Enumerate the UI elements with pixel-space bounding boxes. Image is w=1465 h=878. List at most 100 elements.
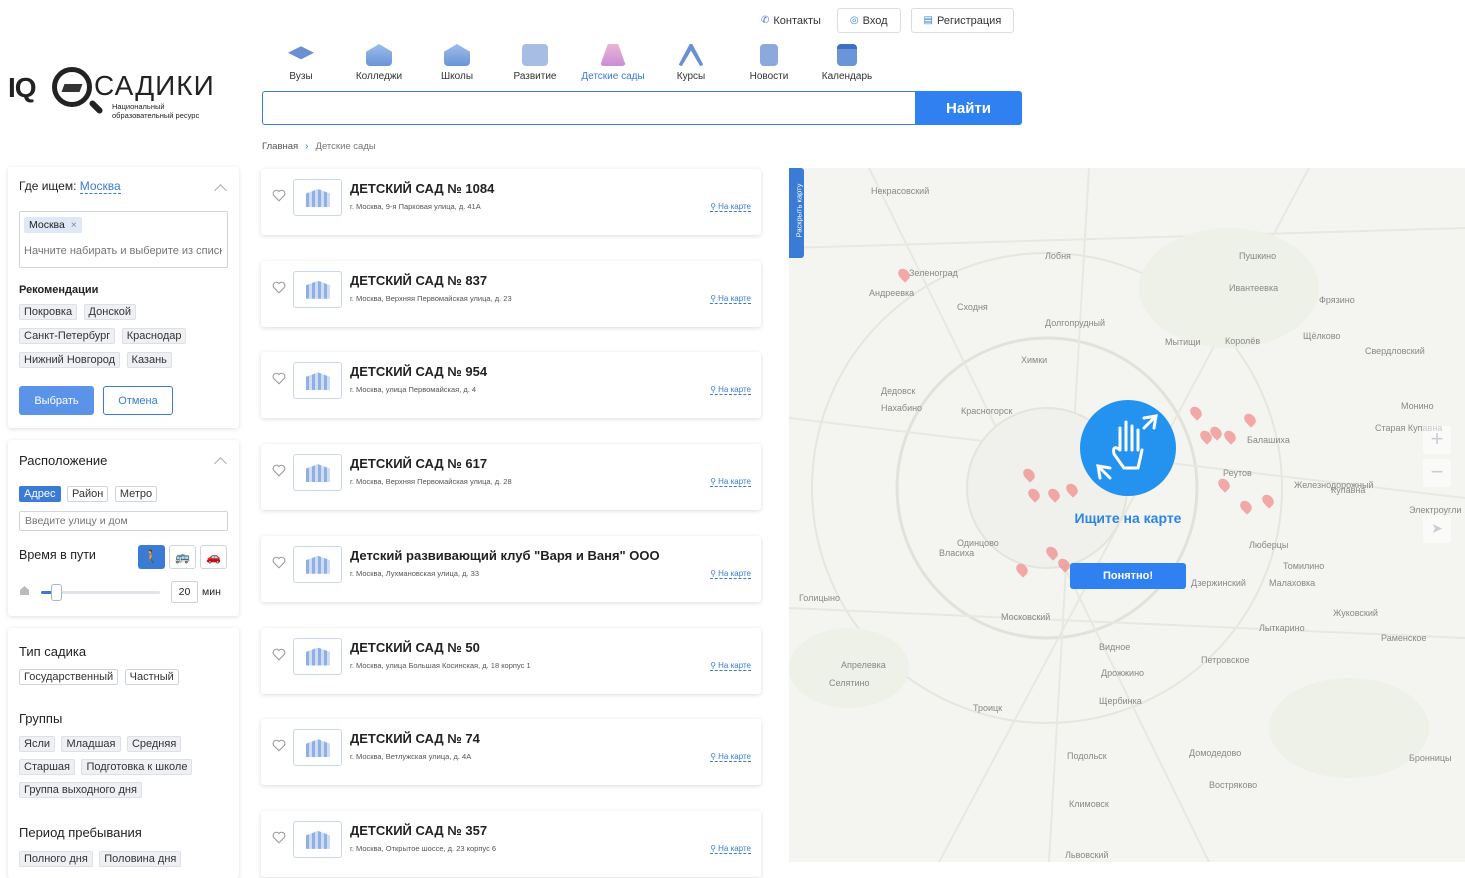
kindergarten-card[interactable]: ДЕТСКИЙ САД № 954 г. Москва, улица Первом… [261,352,761,419]
groups-title: Группы [19,711,63,726]
chevron-up-icon[interactable] [214,184,227,197]
stay-option[interactable]: Полного дня [19,851,93,867]
kindergarten-name[interactable]: ДЕТСКИЙ САД № 617 [350,456,487,471]
group-option[interactable]: Подготовка к школе [81,759,193,775]
map-place-label: Климовск [1069,799,1109,809]
mode-district-tab[interactable]: Район [66,486,109,502]
mode-metro-tab[interactable]: Метро [114,486,158,502]
show-on-map-link[interactable]: ⚲ На карте [710,202,751,212]
favorite-heart-icon[interactable] [272,739,286,752]
favorite-heart-icon[interactable] [272,189,286,202]
kindergarten-card[interactable]: ДЕТСКИЙ САД № 74 г. Москва, Ветлужская ул… [261,719,761,786]
location-pin-icon: ⚲ [710,202,717,211]
expand-map-tab[interactable]: Раскрыть карту [789,168,804,258]
kindergarten-card[interactable]: ДЕТСКИЙ САД № 357 г. Москва, Открытое шос… [261,810,761,877]
map-place-label: Нахабино [881,403,923,413]
favorite-heart-icon[interactable] [272,372,286,385]
category-colleges[interactable]: Колледжи [340,44,418,82]
kindergarten-card[interactable]: ДЕТСКИЙ САД № 837 г. Москва, Верхняя Перв… [261,260,761,327]
recommendation-chip[interactable]: Санкт-Петербург [19,328,116,344]
kindergarten-name[interactable]: ДЕТСКИЙ САД № 74 [350,731,480,746]
slider-handle[interactable] [51,584,63,601]
address-input[interactable] [19,511,228,531]
recommendation-chip[interactable]: Нижний Новгород [19,352,121,368]
city-select[interactable]: Москва × [19,211,228,268]
show-on-map-link[interactable]: ⚲ На карте [710,294,751,304]
travel-time-slider[interactable] [41,584,160,601]
group-option[interactable]: Младшая [61,736,121,752]
category-schools[interactable]: Школы [418,44,496,82]
kindergarten-card[interactable]: Детский развивающий клуб "Варя и Ваня" О… [261,535,761,602]
kindergarten-card[interactable]: ДЕТСКИЙ САД № 50 г. Москва, улица Большая… [261,627,761,694]
kindergarten-card[interactable]: ДЕТСКИЙ САД № 617 г. Москва, Верхняя Перв… [261,444,761,511]
search-input[interactable] [262,91,915,125]
kindergarten-card[interactable]: ДЕТСКИЙ САД № 1084 г. Москва, 9-я Паркова… [261,169,761,235]
kindergarten-address: г. Москва, Лухмановская улица, д. 33 [350,568,479,578]
type-option[interactable]: Государственный [19,669,119,685]
group-option[interactable]: Старшая [19,759,75,775]
type-option[interactable]: Частный [124,669,179,685]
kindergarten-name[interactable]: ДЕТСКИЙ САД № 357 [350,823,487,838]
group-option[interactable]: Группа выходного дня [19,782,142,798]
show-on-map-link[interactable]: ⚲ На карте [710,569,751,579]
site-logo[interactable]: IQ САДИКИ Национальный образовательный р… [8,64,228,124]
kindergarten-name[interactable]: Детский развивающий клуб "Варя и Ваня" О… [350,548,660,563]
category-news[interactable]: Новости [730,44,808,82]
cancel-button[interactable]: Отмена [103,386,173,415]
calendar-icon [837,44,857,66]
show-on-map-link[interactable]: ⚲ На карте [710,385,751,396]
kindergarten-name[interactable]: ДЕТСКИЙ САД № 1084 [350,181,494,196]
favorite-heart-icon[interactable] [272,464,286,477]
show-on-map-link[interactable]: ⚲ На карте [710,752,751,763]
geolocation-icon[interactable]: ➤ [1423,515,1451,543]
bus-icon[interactable]: 🚌 [169,545,196,569]
zoom-in-button[interactable]: + [1423,426,1451,454]
category-calendar[interactable]: Календарь [808,44,886,82]
kindergarten-address: г. Москва, Ветлужская улица, д. 4А [350,752,472,762]
kindergarten-name[interactable]: ДЕТСКИЙ САД № 50 [350,640,480,655]
minutes-input[interactable]: 20 [171,581,198,603]
city-search-input[interactable] [24,245,222,257]
zoom-out-button[interactable]: − [1423,459,1451,487]
kindergarten-name[interactable]: ДЕТСКИЙ САД № 837 [350,273,487,288]
show-on-map-link[interactable]: ⚲ На карте [710,844,751,854]
favorite-heart-icon[interactable] [272,648,286,661]
car-icon[interactable]: 🚗 [200,545,227,569]
favorite-heart-icon[interactable] [272,831,286,844]
recommendation-chip[interactable]: Краснодар [121,328,187,344]
category-development[interactable]: Развитие [496,44,574,82]
select-button[interactable]: Выбрать [19,386,94,415]
category-universities[interactable]: Вузы [262,44,340,82]
stay-option[interactable]: Половина дня [99,851,182,867]
where-city-link[interactable]: Москва [79,179,121,194]
breadcrumb: Главная › Детские сады [262,141,376,152]
show-on-map-link[interactable]: ⚲ На карте [710,477,751,488]
kindergarten-name[interactable]: ДЕТСКИЙ САД № 954 [350,364,487,379]
group-option[interactable]: Ясли [19,736,56,752]
newspaper-icon [760,44,778,66]
walk-icon[interactable]: 🚶 [138,545,165,569]
mode-address-tab[interactable]: Адрес [19,486,61,502]
category-kindergartens[interactable]: Детские сады [574,44,652,82]
favorite-heart-icon[interactable] [272,556,286,569]
register-button[interactable]: ▤ Регистрация [910,8,1015,33]
contacts-link[interactable]: ✆ Контакты [755,8,827,33]
chevron-up-icon[interactable] [214,457,227,470]
breadcrumb-home[interactable]: Главная [262,141,298,152]
search-button[interactable]: Найти [915,91,1022,125]
understood-button[interactable]: Понятно! [1070,563,1186,589]
group-option[interactable]: Средняя [126,736,182,752]
recommendation-chip[interactable]: Покровка [19,304,78,320]
map-place-label: Королёв [1225,336,1261,346]
recommendation-chip[interactable]: Донской [83,304,137,320]
map-hint-title: Ищите на карте [1074,510,1182,526]
map-place-label: Апрелевка [841,660,886,670]
phone-icon: ✆ [761,15,770,26]
show-on-map-link[interactable]: ⚲ На карте [710,661,751,671]
recommendation-chip[interactable]: Казань [126,352,172,368]
category-label: Новости [749,71,789,82]
favorite-heart-icon[interactable] [272,281,286,294]
category-courses[interactable]: Курсы [652,44,730,82]
close-icon[interactable]: × [71,219,77,231]
login-button[interactable]: ◎ Вход [836,8,901,33]
